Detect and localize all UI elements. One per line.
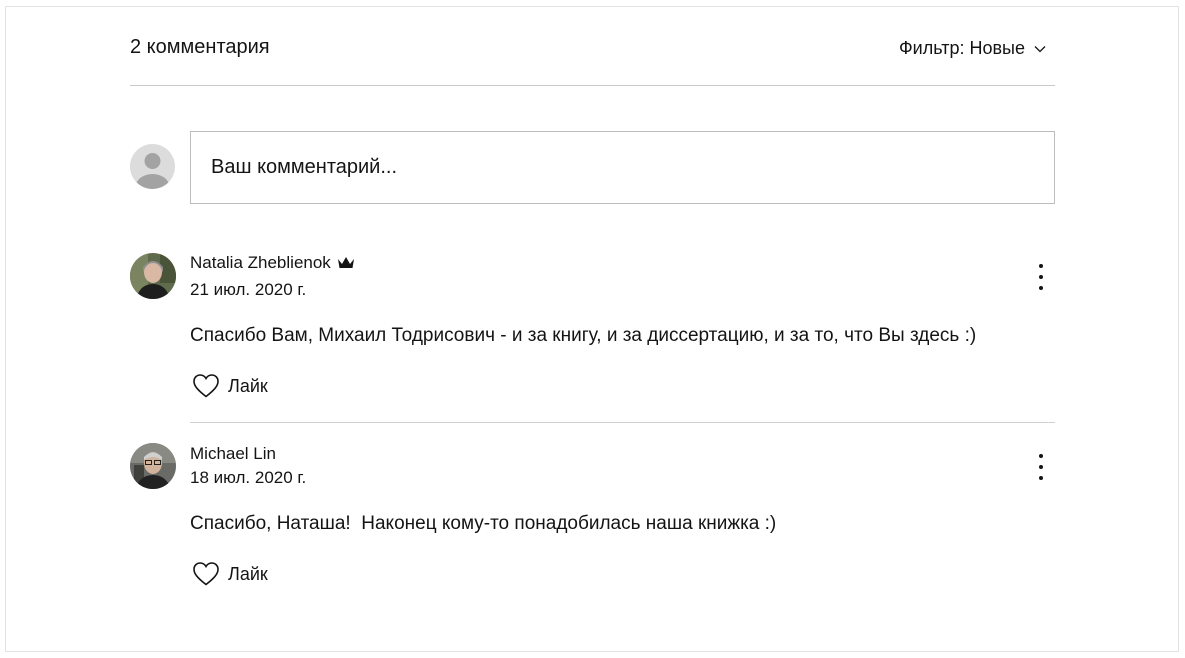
dot-icon xyxy=(1039,264,1043,268)
comment-author[interactable]: Michael Lin xyxy=(190,444,276,464)
comment-date: 21 июл. 2020 г. xyxy=(190,280,307,299)
comment-input[interactable]: Ваш комментарий... xyxy=(190,131,1055,204)
author-name: Natalia Zheblienok xyxy=(190,253,331,272)
filter-dropdown[interactable]: Фильтр: Новые xyxy=(899,38,1047,59)
more-options-button[interactable] xyxy=(1033,264,1049,290)
dot-icon xyxy=(1039,476,1043,480)
like-label: Лайк xyxy=(228,563,268,584)
comment-divider xyxy=(190,422,1055,423)
avatar[interactable] xyxy=(130,443,176,489)
comments-header: 2 комментария Фильтр: Новые xyxy=(130,34,1055,64)
author-name: Michael Lin xyxy=(190,444,276,463)
heart-icon xyxy=(193,374,219,398)
dot-icon xyxy=(1039,275,1043,279)
comment-text: Спасибо, Наташа! Наконец кому-то понадоб… xyxy=(190,513,777,534)
dot-icon xyxy=(1039,465,1043,469)
like-button[interactable]: Лайк xyxy=(192,561,268,587)
comments-count: 2 комментария xyxy=(130,36,270,58)
dot-icon xyxy=(1039,286,1043,290)
more-options-button[interactable] xyxy=(1033,454,1049,480)
comment-author[interactable]: Natalia Zheblienok xyxy=(190,253,355,273)
current-user-avatar xyxy=(130,144,175,189)
crown-icon xyxy=(337,257,354,268)
comment-text: Спасибо Вам, Михаил Тодрисович - и за кн… xyxy=(190,325,977,346)
avatar[interactable] xyxy=(130,253,176,299)
header-divider xyxy=(130,85,1055,86)
like-label: Лайк xyxy=(228,375,268,396)
user-silhouette-icon xyxy=(135,153,170,189)
comment-date: 18 июл. 2020 г. xyxy=(190,468,307,487)
chevron-down-icon xyxy=(1034,45,1046,52)
heart-icon xyxy=(193,562,219,586)
like-button[interactable]: Лайк xyxy=(192,373,268,399)
dot-icon xyxy=(1039,454,1043,458)
filter-label: Фильтр: Новые xyxy=(899,38,1025,58)
